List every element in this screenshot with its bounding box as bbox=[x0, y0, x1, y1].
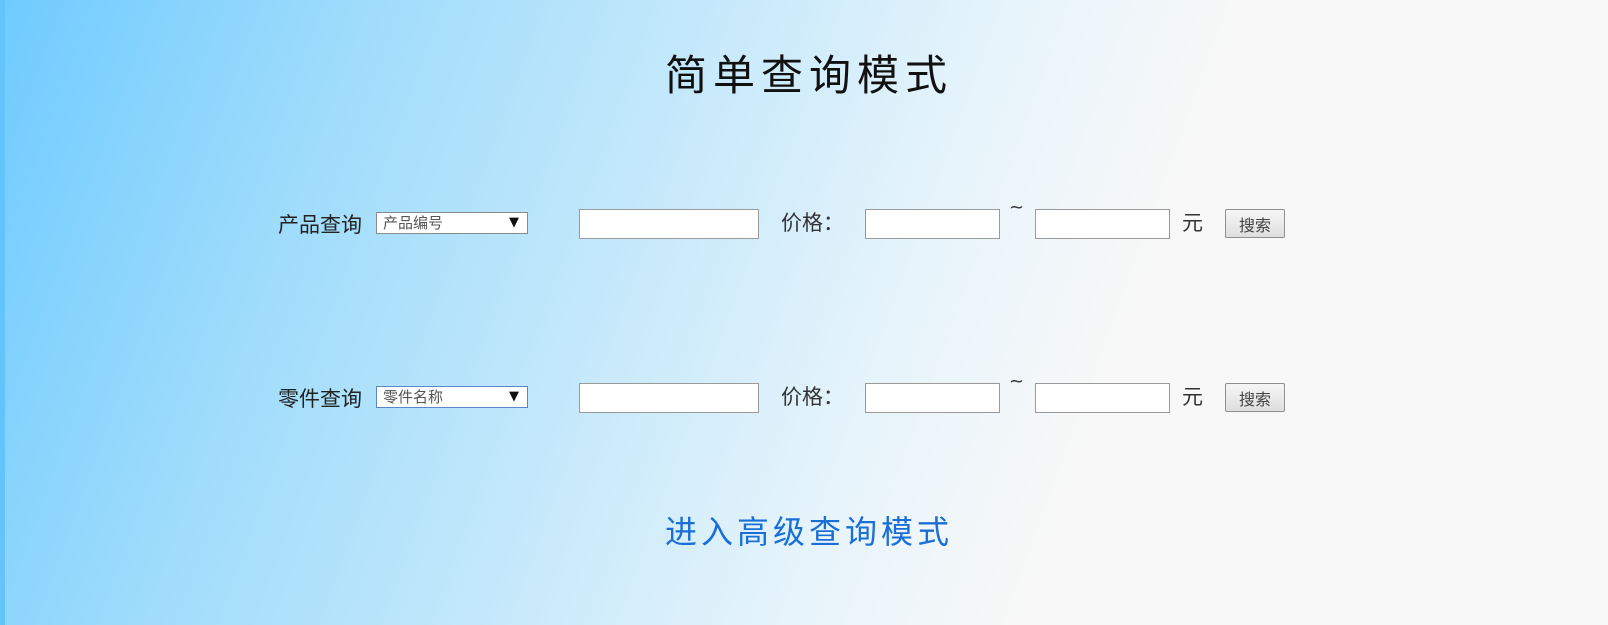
product-keyword-input[interactable] bbox=[579, 209, 759, 239]
part-keyword-input[interactable] bbox=[579, 383, 759, 413]
product-search-button[interactable]: 搜索 bbox=[1225, 209, 1285, 238]
product-max-price-input[interactable] bbox=[1035, 209, 1170, 239]
advanced-query-link[interactable]: 进入高级查询模式 bbox=[0, 507, 1608, 553]
part-price-label: 价格： bbox=[781, 385, 844, 409]
chevron-down-icon: ▼ bbox=[509, 215, 519, 230]
chevron-down-icon: ▼ bbox=[509, 389, 519, 404]
part-range-separator: ~ bbox=[1009, 371, 1025, 392]
product-field-select-value: 产品编号 bbox=[383, 214, 444, 232]
part-query-row: 零件查询 零件名称 ▼ 价格： ~ 元 搜索 bbox=[278, 371, 1298, 413]
product-query-row: 产品查询 产品编号 ▼ 价格： ~ 元 搜索 bbox=[278, 197, 1298, 239]
page-title: 简单查询模式 bbox=[664, 51, 953, 100]
product-range-separator: ~ bbox=[1009, 197, 1025, 218]
part-field-select-value: 零件名称 bbox=[383, 388, 444, 406]
part-field-select[interactable]: 零件名称 ▼ bbox=[376, 386, 528, 408]
product-field-select[interactable]: 产品编号 ▼ bbox=[376, 212, 528, 234]
part-search-button[interactable]: 搜索 bbox=[1225, 383, 1285, 412]
product-price-unit: 元 bbox=[1182, 211, 1203, 235]
product-query-label: 产品查询 bbox=[278, 213, 362, 237]
part-price-unit: 元 bbox=[1182, 385, 1203, 409]
product-min-price-input[interactable] bbox=[865, 209, 1000, 239]
part-max-price-input[interactable] bbox=[1035, 383, 1170, 413]
product-price-label: 价格： bbox=[781, 211, 844, 235]
part-min-price-input[interactable] bbox=[865, 383, 1000, 413]
part-query-label: 零件查询 bbox=[278, 387, 362, 411]
